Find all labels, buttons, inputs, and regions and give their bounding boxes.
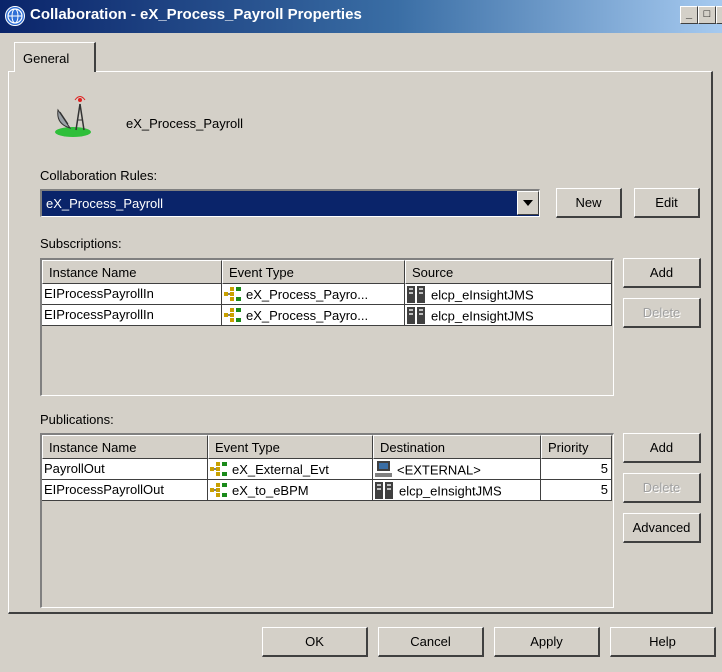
- tab-general[interactable]: General: [14, 42, 96, 72]
- title-bar[interactable]: Collaboration - eX_Process_Payroll Prope…: [0, 0, 722, 33]
- column-priority[interactable]: Priority: [541, 435, 612, 459]
- delete-subscription-button[interactable]: Delete: [623, 298, 701, 328]
- close-button[interactable]: ×: [716, 6, 722, 24]
- instance-name-cell: EIProcessPayrollOut: [42, 480, 208, 501]
- add-subscription-button[interactable]: Add: [623, 258, 701, 288]
- server-icon: [407, 286, 427, 304]
- event-type-cell: eX_Process_Payro...: [222, 284, 405, 305]
- event-type-text: eX_Process_Payro...: [246, 307, 369, 323]
- instance-name-cell: EIProcessPayrollIn: [42, 305, 222, 326]
- event-type-text: eX_External_Evt: [232, 461, 329, 477]
- server-icon: [407, 307, 427, 325]
- edit-rule-button[interactable]: Edit: [634, 188, 700, 218]
- column-event-type[interactable]: Event Type: [222, 260, 405, 284]
- event-type-cell: eX_Process_Payro...: [222, 305, 405, 326]
- event-type-cell: eX_to_eBPM: [208, 480, 373, 501]
- window-title: Collaboration - eX_Process_Payroll Prope…: [30, 6, 362, 23]
- collaboration-rules-select[interactable]: eX_Process_Payroll: [40, 189, 540, 217]
- subscriptions-table[interactable]: Instance Name Event Type Source EIProces…: [40, 258, 614, 396]
- globe-icon: [5, 6, 25, 26]
- advanced-button[interactable]: Advanced: [623, 513, 701, 543]
- destination-text: <EXTERNAL>: [397, 462, 481, 478]
- event-type-icon: [224, 286, 242, 304]
- column-source[interactable]: Source: [405, 260, 612, 284]
- minimize-button[interactable]: _: [680, 6, 698, 24]
- priority-cell: 5: [541, 480, 612, 501]
- computer-icon: [375, 461, 393, 479]
- event-type-cell: eX_External_Evt: [208, 459, 373, 480]
- source-text: elcp_eInsightJMS: [431, 287, 534, 303]
- apply-button[interactable]: Apply: [494, 627, 600, 657]
- server-icon: [375, 482, 395, 500]
- source-cell: elcp_eInsightJMS: [405, 284, 612, 305]
- event-type-text: eX_to_eBPM: [232, 482, 309, 498]
- event-type-icon: [210, 482, 228, 500]
- ok-button[interactable]: OK: [262, 627, 368, 657]
- source-text: elcp_eInsightJMS: [431, 308, 534, 324]
- delete-publication-button[interactable]: Delete: [623, 473, 701, 503]
- instance-name-cell: PayrollOut: [42, 459, 208, 480]
- chevron-down-icon[interactable]: [517, 191, 539, 215]
- collaboration-rules-value: eX_Process_Payroll: [46, 196, 164, 211]
- column-event-type[interactable]: Event Type: [208, 435, 373, 459]
- destination-cell: <EXTERNAL>: [373, 459, 541, 480]
- destination-text: elcp_eInsightJMS: [399, 483, 502, 499]
- new-rule-button[interactable]: New: [556, 188, 622, 218]
- collaboration-rules-label: Collaboration Rules:: [40, 168, 158, 183]
- collaboration-name: eX_Process_Payroll: [126, 116, 244, 131]
- cancel-button[interactable]: Cancel: [378, 627, 484, 657]
- column-instance-name[interactable]: Instance Name: [42, 260, 222, 284]
- event-type-icon: [210, 461, 228, 479]
- tab-general-label: General: [23, 51, 70, 66]
- event-type-icon: [224, 307, 242, 325]
- destination-cell: elcp_eInsightJMS: [373, 480, 541, 501]
- priority-cell: 5: [541, 459, 612, 480]
- antenna-dish-icon: [52, 94, 94, 138]
- publications-label: Publications:: [40, 412, 114, 427]
- instance-name-cell: EIProcessPayrollIn: [42, 284, 222, 305]
- maximize-button[interactable]: □: [698, 6, 716, 24]
- publications-table[interactable]: Instance Name Event Type Destination Pri…: [40, 433, 614, 608]
- source-cell: elcp_eInsightJMS: [405, 305, 612, 326]
- column-destination[interactable]: Destination: [373, 435, 541, 459]
- event-type-text: eX_Process_Payro...: [246, 286, 369, 302]
- add-publication-button[interactable]: Add: [623, 433, 701, 463]
- help-button[interactable]: Help: [610, 627, 716, 657]
- subscriptions-label: Subscriptions:: [40, 236, 122, 251]
- column-instance-name[interactable]: Instance Name: [42, 435, 208, 459]
